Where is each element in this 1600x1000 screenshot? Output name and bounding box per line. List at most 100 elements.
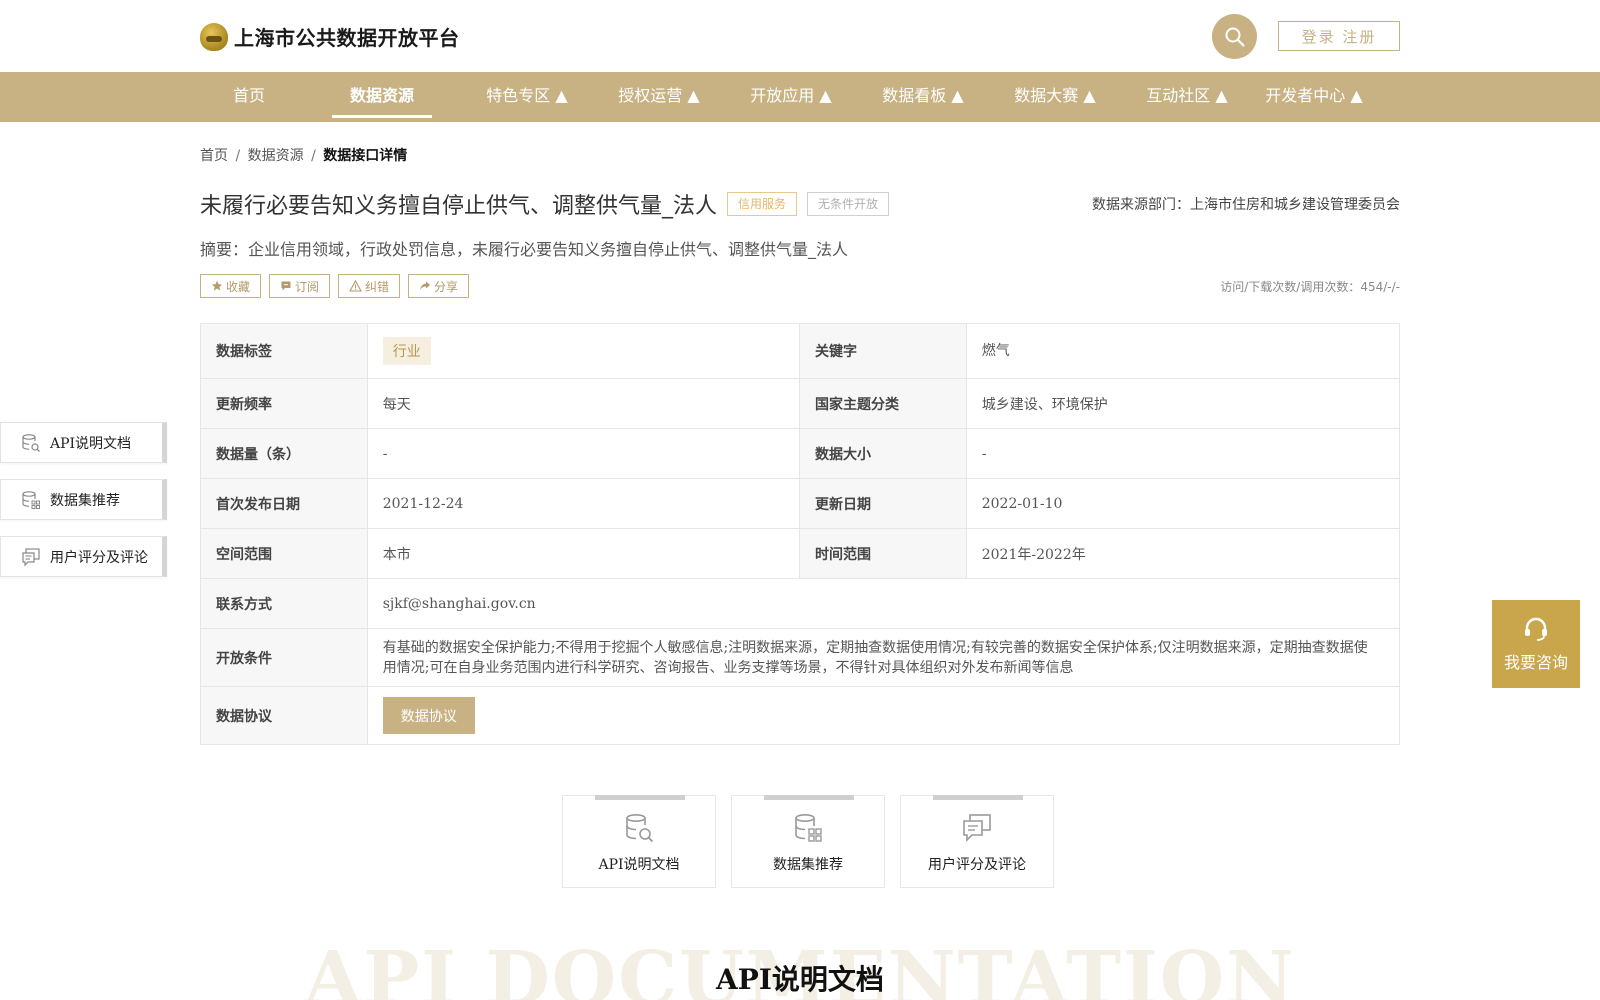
table-row: 空间范围 本市 时间范围 2021年-2022年 <box>201 529 1399 579</box>
card-dataset-rec[interactable]: 数据集推荐 <box>731 795 885 888</box>
card-top-bar <box>764 795 854 800</box>
comments-icon <box>963 814 991 842</box>
field-label: 国家主题分类 <box>800 379 967 428</box>
field-value: 数据协议 <box>368 687 1399 744</box>
field-label: 关键字 <box>800 324 967 378</box>
site-title: 上海市公共数据开放平台 <box>234 26 460 50</box>
open-condition-tag: 无条件开放 <box>807 192 890 216</box>
info-table: 数据标签 行业 关键字 燃气 更新频率 每天 国家主题分类 城乡建设、环境保护 … <box>200 323 1400 745</box>
breadcrumb-separator: / <box>311 148 316 164</box>
sidenav-label: API说明文档 <box>50 435 132 452</box>
nav-item-open-apps[interactable]: 开放应用 ▲ <box>729 72 853 122</box>
field-value: 2022-01-10 <box>981 495 1063 512</box>
field-value: 燃气 <box>981 343 1010 359</box>
field-value: 2021年-2022年 <box>981 546 1086 563</box>
field-value: 2021-12-24 <box>368 479 800 528</box>
field-value: 本市 <box>368 529 800 578</box>
summary-text: 摘要：企业信用领域，行政处罚信息，未履行必要告知义务擅自停止供气、调整供气量_法… <box>200 240 849 259</box>
consult-button[interactable]: 我要咨询 <box>1492 600 1580 688</box>
nav-item-dashboard[interactable]: 数据看板 ▲ <box>861 72 985 122</box>
contact-email: sjkf@shanghai.gov.cn <box>382 595 536 612</box>
database-search-icon <box>22 433 40 452</box>
login-register-button[interactable]: 登录 注册 <box>1278 21 1400 51</box>
report-error-label: 纠错 <box>365 279 390 294</box>
field-label: 时间范围 <box>800 529 967 578</box>
field-label: 数据协议 <box>201 687 368 744</box>
table-row: 更新频率 每天 国家主题分类 城乡建设、环境保护 <box>201 379 1399 429</box>
table-row: 开放条件 有基础的数据安全保护能力;不得用于挖掘个人敏感信息;注明数据来源，定期… <box>201 629 1399 687</box>
consult-label: 我要咨询 <box>1503 653 1568 672</box>
access-stats: 访问/下载次数/调用次数：454/-/- <box>1220 280 1400 294</box>
card-label: 数据集推荐 <box>773 857 843 873</box>
sidenav-item-reviews[interactable]: 用户评分及评论 <box>0 536 167 577</box>
search-icon <box>1225 27 1245 47</box>
field-label: 联系方式 <box>201 579 368 628</box>
comments-icon <box>22 547 40 566</box>
open-conditions-text: 有基础的数据安全保护能力;不得用于挖掘个人敏感信息;注明数据来源，定期抽查数据使… <box>382 639 1368 676</box>
warning-icon <box>349 280 362 292</box>
logo-emblem-icon <box>200 22 228 51</box>
favorite-button[interactable]: 收藏 <box>200 274 262 298</box>
breadcrumb-home[interactable]: 首页 <box>200 148 228 164</box>
search-button[interactable] <box>1212 14 1257 59</box>
database-grid-icon <box>795 813 822 842</box>
table-row: 数据标签 行业 关键字 燃气 <box>201 324 1399 379</box>
breadcrumb: 首页 / 数据资源 / 数据接口详情 <box>200 145 407 165</box>
report-error-button[interactable]: 纠错 <box>338 274 401 298</box>
nav-item-authorized-ops[interactable]: 授权运营 ▲ <box>597 72 721 122</box>
table-row: 联系方式 sjkf@shanghai.gov.cn <box>201 579 1399 629</box>
field-label: 更新日期 <box>800 479 967 528</box>
site-logo[interactable]: 上海市公共数据开放平台 <box>200 22 460 51</box>
nav-item-competition[interactable]: 数据大赛 ▲ <box>993 72 1117 122</box>
field-label: 空间范围 <box>201 529 368 578</box>
nav-item-featured[interactable]: 特色专区 ▲ <box>465 72 589 122</box>
table-row: 数据量（条） - 数据大小 - <box>201 429 1399 479</box>
subscribe-button[interactable]: 订阅 <box>269 274 331 298</box>
field-value: 行业 <box>368 324 800 378</box>
table-row: 数据协议 数据协议 <box>201 687 1399 744</box>
field-label: 数据大小 <box>800 429 967 478</box>
sidenav-item-dataset-rec[interactable]: 数据集推荐 <box>0 479 167 520</box>
nav-item-data-resources[interactable]: 数据资源 <box>332 72 432 122</box>
sidenav-label: 数据集推荐 <box>50 492 120 509</box>
database-search-icon <box>626 813 654 843</box>
page-title: 未履行必要告知义务擅自停止供气、调整供气量_法人 <box>200 194 718 219</box>
share-icon <box>420 281 431 290</box>
headset-icon <box>1525 617 1547 641</box>
field-value: - <box>981 445 987 462</box>
table-row: 首次发布日期 2021-12-24 更新日期 2022-01-10 <box>201 479 1399 529</box>
star-icon <box>211 280 223 291</box>
share-button[interactable]: 分享 <box>408 274 470 298</box>
database-grid-icon <box>22 490 40 509</box>
card-top-bar <box>595 795 685 800</box>
favorite-label: 收藏 <box>226 279 251 294</box>
field-label: 开放条件 <box>201 629 368 686</box>
industry-tag[interactable]: 行业 <box>382 337 431 365</box>
nav-item-home[interactable]: 首页 <box>214 72 284 122</box>
data-agreement-button[interactable]: 数据协议 <box>382 697 475 734</box>
field-label: 更新频率 <box>201 379 368 428</box>
field-label: 首次发布日期 <box>201 479 368 528</box>
sidenav-label: 用户评分及评论 <box>50 549 148 566</box>
breadcrumb-separator: / <box>235 148 241 164</box>
breadcrumb-current: 数据接口详情 <box>323 148 408 164</box>
share-label: 分享 <box>434 279 459 294</box>
action-bar: 收藏 订阅 纠错 分享 <box>200 274 470 298</box>
sidenav-item-api-doc[interactable]: API说明文档 <box>0 422 167 463</box>
top-header: 上海市公共数据开放平台 登录 注册 <box>0 0 1600 72</box>
data-source-department: 数据来源部门：上海市住房和城乡建设管理委员会 <box>1092 197 1400 213</box>
nav-item-developer[interactable]: 开发者中心 ▲ <box>1252 72 1376 122</box>
card-api-doc[interactable]: API说明文档 <box>562 795 716 888</box>
card-label: 用户评分及评论 <box>928 857 1026 873</box>
field-label: 数据标签 <box>201 324 368 378</box>
field-label: 数据量（条） <box>201 429 368 478</box>
field-value: - <box>368 429 800 478</box>
field-value: 每天 <box>368 379 800 428</box>
card-reviews[interactable]: 用户评分及评论 <box>900 795 1054 888</box>
subscribe-label: 订阅 <box>295 279 320 294</box>
field-value: 城乡建设、环境保护 <box>981 396 1108 413</box>
card-top-bar <box>933 795 1023 800</box>
breadcrumb-section[interactable]: 数据资源 <box>248 148 304 164</box>
main-nav: 首页 数据资源 特色专区 ▲ 授权运营 ▲ 开放应用 ▲ 数据看板 ▲ 数据大赛… <box>0 72 1600 122</box>
nav-item-community[interactable]: 互动社区 ▲ <box>1125 72 1249 122</box>
